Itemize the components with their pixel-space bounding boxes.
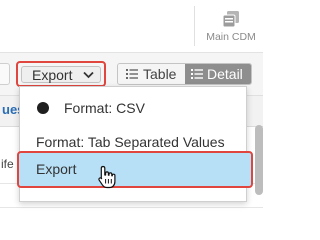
detail-view-label: Detail	[207, 66, 243, 82]
row-divider	[0, 207, 263, 208]
partial-toolbar-control[interactable]	[0, 63, 10, 85]
top-header: Main CDM	[0, 0, 263, 53]
list-icon	[126, 69, 138, 79]
menu-item-format-csv[interactable]: Format: CSV	[20, 93, 246, 123]
table-view-label: Table	[143, 66, 177, 82]
detail-view-button[interactable]: Detail	[185, 64, 251, 84]
menu-item-export[interactable]: Export	[17, 151, 253, 188]
main-cdm-label: Main CDM	[206, 31, 256, 43]
header-divider	[194, 6, 195, 46]
menu-item-label: Export	[36, 161, 77, 177]
export-dropdown-button[interactable]: Export	[21, 66, 101, 83]
view-toggle: Table Detail	[117, 63, 252, 85]
table-view-button[interactable]: Table	[118, 64, 185, 84]
vertical-scrollbar[interactable]	[255, 125, 263, 195]
menu-item-label: Format: CSV	[64, 100, 145, 116]
export-button-label: Export	[32, 67, 73, 83]
chevron-down-icon	[83, 71, 94, 79]
selected-radio-icon	[37, 102, 49, 114]
hand-pointer-cursor-icon	[98, 165, 116, 189]
main-cdm-button[interactable]: Main CDM	[200, 6, 260, 48]
database-copy-icon	[222, 11, 239, 28]
table-cell: ife	[1, 157, 14, 171]
detail-list-icon	[191, 69, 203, 79]
